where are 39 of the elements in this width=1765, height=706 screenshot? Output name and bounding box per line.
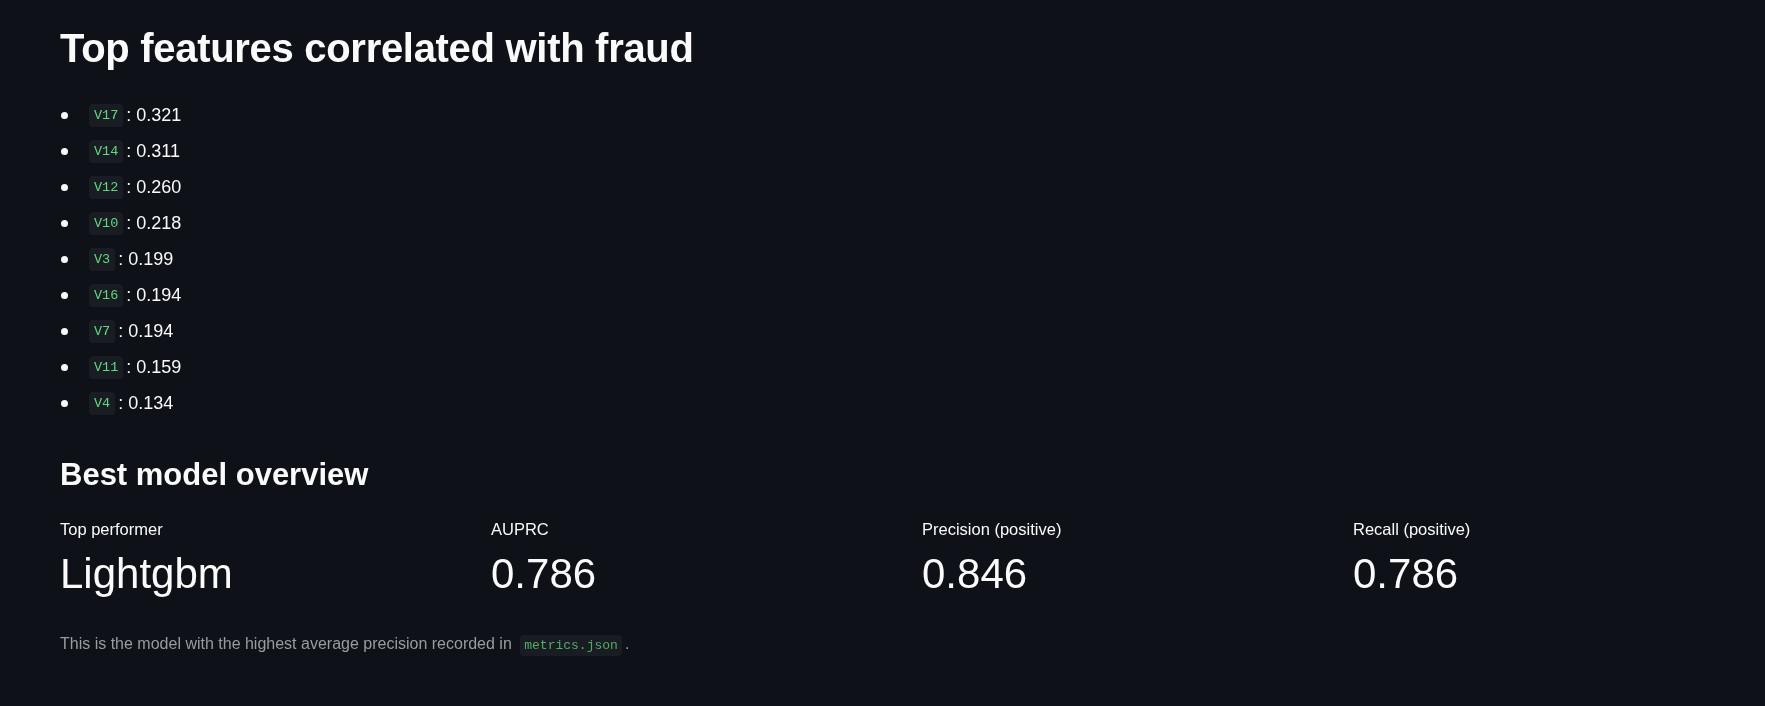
bullet-icon xyxy=(61,111,68,119)
feature-code: V3 xyxy=(89,247,116,271)
section-heading: Best model overview xyxy=(60,456,369,494)
feature-score: : 0.321 xyxy=(126,104,182,126)
metric-value: 0.786 xyxy=(1353,549,1459,599)
bullet-icon xyxy=(61,327,68,335)
metric-value: 0.786 xyxy=(491,549,597,599)
feature-code: V10 xyxy=(89,211,124,235)
bullet-icon xyxy=(61,147,68,155)
feature-score: : 0.134 xyxy=(118,392,174,414)
feature-code: V11 xyxy=(89,355,124,379)
metric-label: Recall (positive) xyxy=(1353,519,1471,540)
section-heading: Top features correlated with fraud xyxy=(60,25,694,72)
bullet-icon xyxy=(61,399,68,407)
file-name-code: metrics.json xyxy=(520,635,622,656)
feature-code: V14 xyxy=(89,139,124,163)
bullet-icon xyxy=(61,291,68,299)
feature-code: V16 xyxy=(89,283,124,307)
feature-score: : 0.159 xyxy=(126,356,182,378)
metric-label: AUPRC xyxy=(491,519,549,540)
metric-label: Top performer xyxy=(60,519,163,540)
feature-code: V4 xyxy=(89,391,116,415)
bullet-icon xyxy=(61,219,68,227)
metric-value: Lightgbm xyxy=(60,549,233,599)
feature-score: : 0.311 xyxy=(126,140,181,162)
feature-code: V7 xyxy=(89,319,116,343)
bullet-icon xyxy=(61,255,68,263)
feature-score: : 0.218 xyxy=(126,212,182,234)
feature-code: V12 xyxy=(89,175,124,199)
metric-label: Precision (positive) xyxy=(922,519,1062,540)
feature-code: V17 xyxy=(89,103,124,127)
metric-value: 0.846 xyxy=(922,549,1028,599)
feature-score: : 0.194 xyxy=(118,320,174,342)
feature-score: : 0.199 xyxy=(118,248,174,270)
bullet-icon xyxy=(61,183,68,191)
feature-score: : 0.260 xyxy=(126,176,182,198)
caption-text: This is the model with the highest average precision recorded in metrics.json . xyxy=(60,633,630,657)
feature-score: : 0.194 xyxy=(126,284,182,306)
bullet-icon xyxy=(61,363,68,371)
